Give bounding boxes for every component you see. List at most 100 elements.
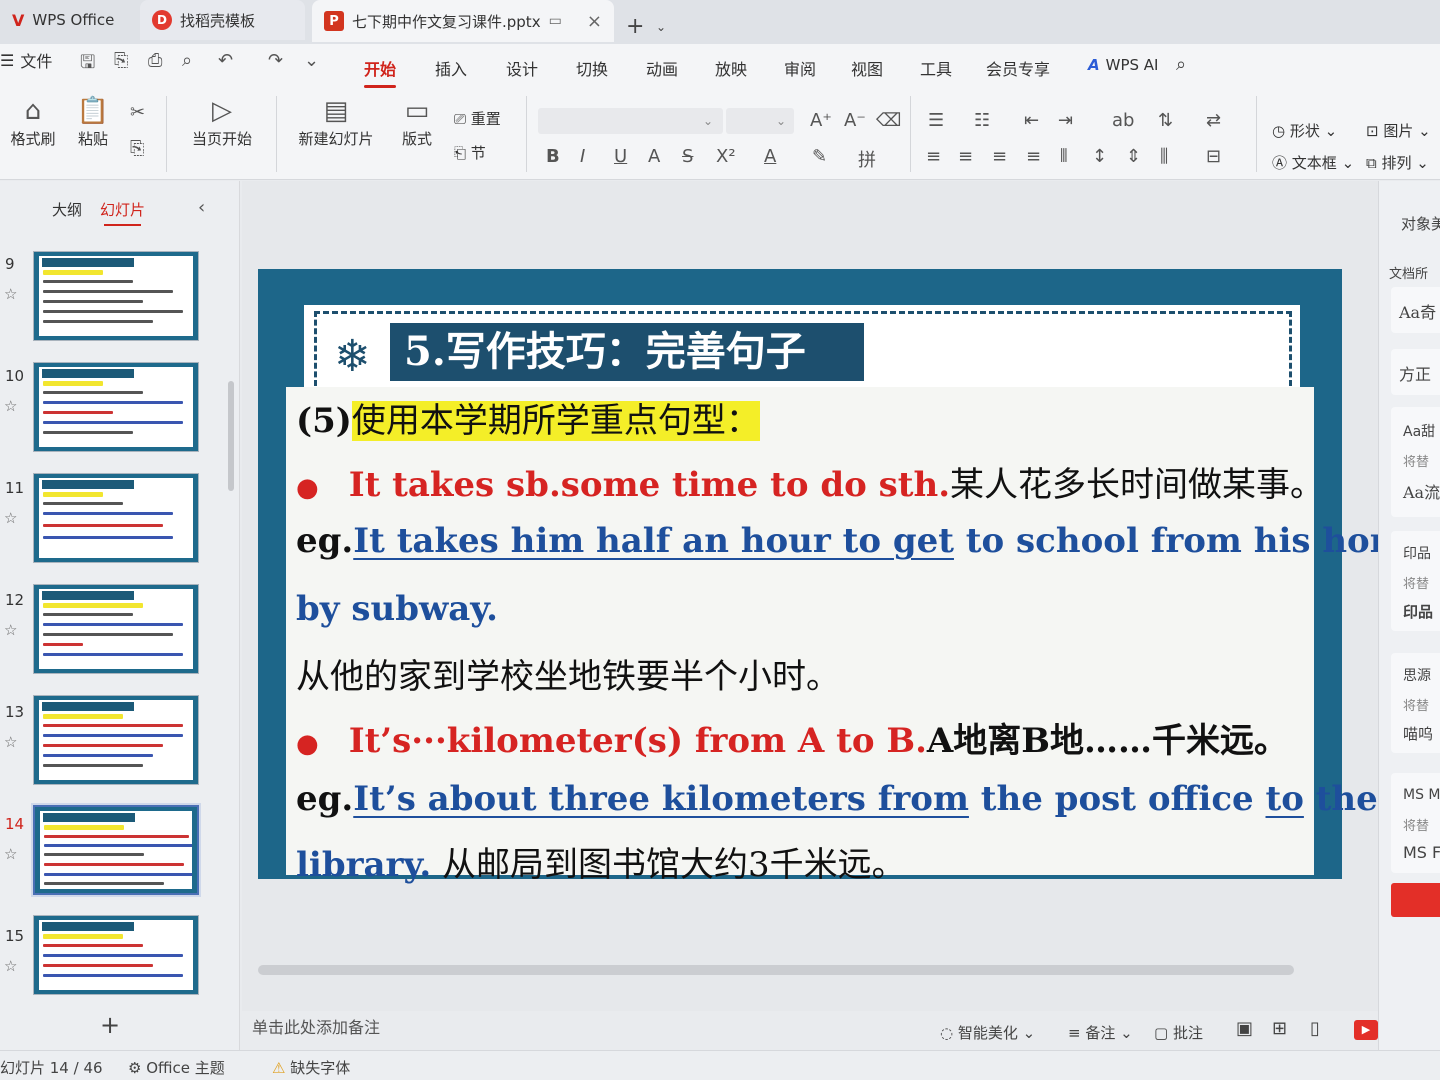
- decrease-font-icon[interactable]: A⁻: [844, 110, 866, 131]
- tab-outline[interactable]: 大纲: [52, 199, 82, 220]
- object-beautify-label[interactable]: 对象美: [1401, 213, 1440, 234]
- theme-button[interactable]: ⚙ Office 主题: [128, 1057, 225, 1078]
- text-direction-icon[interactable]: ab: [1112, 110, 1134, 131]
- menu-tab-animations[interactable]: 动画: [646, 56, 678, 80]
- align-left-icon[interactable]: ≡: [926, 146, 941, 167]
- font-color-icon[interactable]: A: [764, 146, 776, 167]
- undo-icon[interactable]: ↶: [218, 50, 233, 71]
- numbered-list-icon[interactable]: ☷: [974, 110, 990, 131]
- clear-format-icon[interactable]: ⌫: [876, 110, 901, 131]
- menu-tab-insert[interactable]: 插入: [435, 56, 467, 80]
- add-slide-icon[interactable]: +: [100, 1011, 120, 1039]
- star-icon[interactable]: ☆: [4, 845, 17, 863]
- textbox-button[interactable]: Ⓐ 文本框 ⌄: [1272, 152, 1354, 173]
- section-button[interactable]: ⎗ 节: [454, 142, 514, 163]
- collapse-panel-icon[interactable]: ‹: [198, 197, 205, 218]
- copy-icon[interactable]: ⎘: [130, 138, 144, 159]
- distribute-icon[interactable]: ⫴: [1060, 146, 1068, 167]
- font-card[interactable]: Aa奇: [1391, 287, 1440, 333]
- font-card[interactable]: MS M 将替 MS F: [1391, 773, 1440, 873]
- text-align-vertical-icon[interactable]: ⊟: [1206, 146, 1221, 167]
- star-icon[interactable]: ☆: [4, 733, 17, 751]
- slide-thumbnail-11[interactable]: [33, 473, 199, 563]
- notes-placeholder[interactable]: 单击此处添加备注: [252, 1014, 380, 1038]
- font-card[interactable]: 思源 将替 喵呜: [1391, 653, 1440, 753]
- search-icon[interactable]: ⌕: [1176, 54, 1186, 75]
- print-icon[interactable]: ⎙: [148, 50, 162, 71]
- convert-icon[interactable]: ⇄: [1206, 110, 1221, 131]
- menu-tab-member[interactable]: 会员专享: [986, 56, 1050, 80]
- normal-view-icon[interactable]: ▣: [1236, 1018, 1253, 1039]
- print-preview-icon[interactable]: ⌕: [182, 50, 192, 71]
- new-tab-icon[interactable]: +: [626, 14, 644, 39]
- tab-slides[interactable]: 幻灯片: [100, 199, 145, 226]
- align-center-icon[interactable]: ≡: [958, 146, 973, 167]
- font-card[interactable]: Aa甜 将替 Aa流: [1391, 407, 1440, 517]
- line-spacing-icon[interactable]: ↕: [1092, 146, 1107, 167]
- tab-wps-office[interactable]: V WPS Office: [0, 0, 135, 40]
- slide-title[interactable]: 5.写作技巧：完善句子: [390, 323, 864, 381]
- slide-sorter-icon[interactable]: ⊞: [1272, 1018, 1287, 1039]
- notes-button[interactable]: ≡ 备注 ⌄: [1068, 1022, 1133, 1043]
- menu-tab-transitions[interactable]: 切换: [576, 56, 608, 80]
- paste-button[interactable]: 📋 粘贴: [68, 96, 118, 149]
- new-slide-button[interactable]: ▤ 新建幻灯片: [290, 96, 382, 149]
- slide-thumbnail-13[interactable]: [33, 695, 199, 785]
- slide-body-textbox[interactable]: (5)使用本学期所学重点句型： ● It takes sb.some time t…: [286, 387, 1427, 885]
- slide-thumbnail-14[interactable]: [31, 803, 201, 897]
- tab-document[interactable]: P 七下期中作文复习课件.pptx ▭ ×: [312, 0, 614, 42]
- menu-tab-design[interactable]: 设计: [506, 56, 538, 80]
- sort-icon[interactable]: ⇅: [1158, 110, 1173, 131]
- missing-font-button[interactable]: ⚠ 缺失字体: [272, 1057, 350, 1078]
- slide-thumbnail-15[interactable]: [33, 915, 199, 995]
- slide-thumbnail-12[interactable]: [33, 584, 199, 674]
- underline-icon[interactable]: U: [614, 146, 627, 167]
- wps-ai-button[interactable]: A WPS AI: [1088, 56, 1158, 74]
- current-slide[interactable]: ❄ 5.写作技巧：完善句子 (5)使用本学期所学重点句型： ● It takes …: [258, 269, 1427, 885]
- decrease-indent-icon[interactable]: ⇤: [1024, 110, 1039, 131]
- slide-thumbnail-10[interactable]: [33, 362, 199, 452]
- star-icon[interactable]: ☆: [4, 509, 17, 527]
- star-icon[interactable]: ☆: [4, 621, 17, 639]
- arrange-button[interactable]: ⧉ 排列 ⌄: [1366, 152, 1429, 173]
- paragraph-spacing-icon[interactable]: ⇕: [1126, 146, 1141, 167]
- font-size-select[interactable]: ⌄: [726, 108, 794, 134]
- tab-list-chevron-icon[interactable]: ⌄: [656, 20, 666, 34]
- align-right-icon[interactable]: ≡: [992, 146, 1007, 167]
- font-card[interactable]: 印品 将替 印品: [1391, 531, 1440, 631]
- cut-icon[interactable]: ✂: [130, 102, 145, 123]
- thumbnail-scrollbar[interactable]: [228, 381, 234, 491]
- smart-beautify-button[interactable]: ◌ 智能美化 ⌄: [940, 1022, 1035, 1043]
- columns-icon[interactable]: ⫼: [1160, 146, 1168, 167]
- close-tab-icon[interactable]: ×: [587, 11, 602, 32]
- star-icon[interactable]: ☆: [4, 957, 17, 975]
- comment-button[interactable]: ▢ 批注: [1154, 1022, 1203, 1043]
- menu-tab-view[interactable]: 视图: [851, 56, 883, 80]
- justify-icon[interactable]: ≡: [1026, 146, 1041, 167]
- italic-icon[interactable]: I: [580, 146, 585, 167]
- increase-indent-icon[interactable]: ⇥: [1058, 110, 1073, 131]
- star-icon[interactable]: ☆: [4, 397, 17, 415]
- play-slideshow-icon[interactable]: ▶: [1354, 1020, 1378, 1040]
- play-current-slide-button[interactable]: ▷ 当页开始: [182, 96, 262, 149]
- bullet-list-icon[interactable]: ☰: [928, 110, 944, 131]
- slide-editing-canvas[interactable]: ❄ 5.写作技巧：完善句子 (5)使用本学期所学重点句型： ● It takes …: [242, 181, 1427, 1011]
- phonetic-guide-icon[interactable]: 拼: [858, 146, 876, 172]
- reading-view-icon[interactable]: ▯: [1310, 1018, 1320, 1039]
- save-icon[interactable]: 🖫: [80, 50, 95, 80]
- tab-template[interactable]: D 找稻壳模板: [140, 0, 305, 40]
- menu-tab-tools[interactable]: 工具: [920, 56, 952, 80]
- text-effect-icon[interactable]: A: [648, 146, 660, 167]
- quick-access-more-icon[interactable]: ⌄: [304, 50, 319, 71]
- export-icon[interactable]: ⎘: [114, 50, 128, 71]
- font-family-select[interactable]: ⌄: [538, 108, 723, 134]
- monitor-icon[interactable]: ▭: [549, 13, 562, 29]
- menu-tab-slideshow[interactable]: 放映: [715, 56, 747, 80]
- horizontal-scrollbar[interactable]: [258, 965, 1294, 975]
- menu-tab-review[interactable]: 审阅: [784, 56, 816, 80]
- picture-button[interactable]: ⊡ 图片 ⌄: [1366, 120, 1431, 141]
- star-icon[interactable]: ☆: [4, 285, 17, 303]
- slide-thumbnail-9[interactable]: [33, 251, 199, 341]
- menu-tab-home[interactable]: 开始: [364, 56, 397, 88]
- bold-icon[interactable]: B: [546, 146, 560, 167]
